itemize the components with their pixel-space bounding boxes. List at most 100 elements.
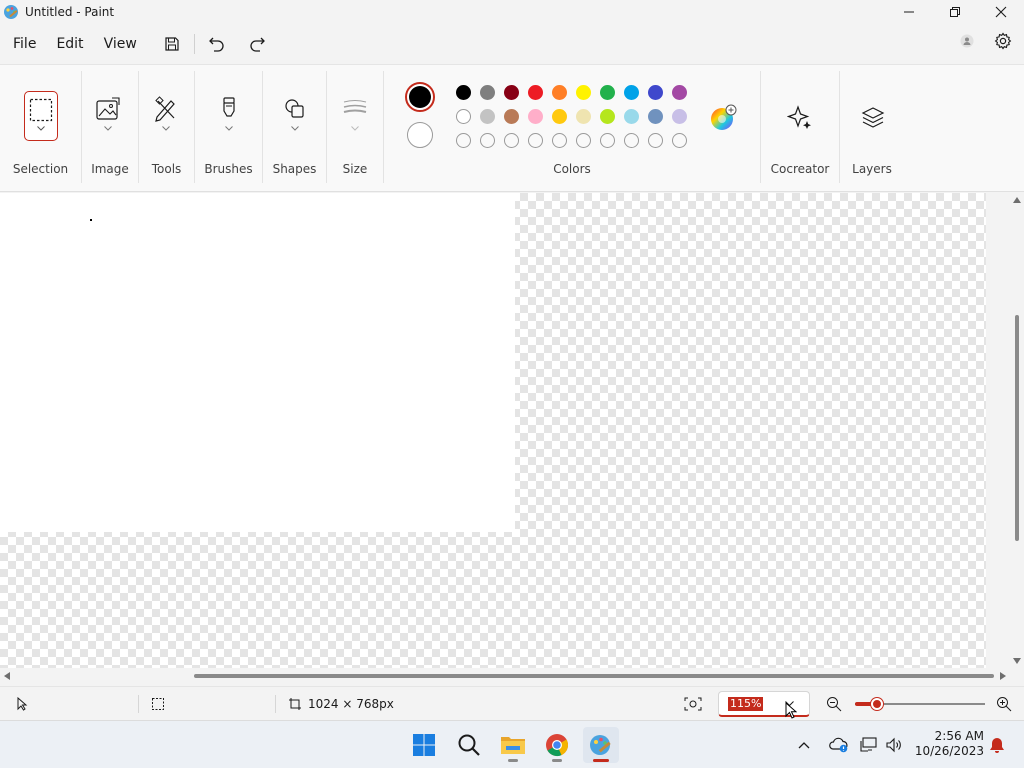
running-indicator [508,759,518,762]
shapes-button[interactable] [283,96,307,131]
ribbon-toolbar: Selection Image Tools Brushes Shapes Siz… [0,64,1024,192]
horizontal-scroll-thumb[interactable] [194,674,994,678]
close-button[interactable] [978,0,1024,24]
custom-color-slot[interactable] [528,133,543,148]
custom-color-slot[interactable] [552,133,567,148]
save-icon [165,37,179,51]
canvas-workspace[interactable] [0,193,986,668]
zoom-out-icon [827,697,842,712]
vertical-scroll-thumb[interactable] [1015,315,1019,541]
notification-button[interactable] [988,721,1006,768]
save-button[interactable] [158,30,186,58]
group-layers: Layers [840,65,904,193]
group-label-layers: Layers [852,162,892,176]
canvas-size-text: 1024 × 768px [308,697,394,711]
color-swatch[interactable] [552,109,567,124]
notification-bell-icon [990,738,1004,753]
color-swatch[interactable] [504,85,519,100]
fit-to-window-button[interactable] [684,687,702,721]
clock[interactable]: 2:56 AM 10/26/2023 [912,729,984,759]
tools-button[interactable] [154,96,178,131]
taskbar-chrome[interactable] [539,727,575,763]
custom-color-slot[interactable] [672,133,687,148]
group-size: Size [327,65,383,193]
custom-color-slot[interactable] [600,133,615,148]
color-swatch[interactable] [456,109,471,124]
color-swatch[interactable] [456,85,471,100]
network-tray-icon[interactable] [860,721,878,768]
zoom-dropdown[interactable]: 115% [718,691,810,719]
color-swatch[interactable] [672,109,687,124]
vertical-scrollbar[interactable] [1010,193,1024,668]
color-swatch[interactable] [648,85,663,100]
group-label-brushes: Brushes [204,162,253,176]
group-tools: Tools [139,65,194,193]
cloud-icon [829,737,848,753]
color-swatch[interactable] [504,109,519,124]
account-button[interactable] [956,30,978,52]
cocreator-button[interactable] [787,105,813,131]
color-swatch[interactable] [624,109,639,124]
edit-colors-button[interactable] [709,104,737,132]
zoom-value[interactable]: 115% [728,697,764,711]
selection-size [151,687,165,721]
menu-edit[interactable]: Edit [46,26,93,62]
minimize-button[interactable] [886,0,932,24]
undo-button[interactable] [203,30,231,58]
color-swatch[interactable] [528,85,543,100]
chevron-down-icon [351,126,359,131]
custom-color-slot[interactable] [504,133,519,148]
search-button[interactable] [451,727,487,763]
onedrive-tray-icon[interactable] [829,721,849,768]
layers-button[interactable] [860,105,886,131]
color-swatch[interactable] [480,109,495,124]
volume-tray-icon[interactable] [885,721,903,768]
primary-color[interactable] [405,82,435,112]
brushes-button[interactable] [219,96,239,131]
group-brushes: Brushes [195,65,262,193]
color-swatch[interactable] [624,85,639,100]
custom-color-slot[interactable] [624,133,639,148]
color-swatch[interactable] [672,85,687,100]
selection-button[interactable] [24,91,58,141]
chevron-down-icon [291,126,299,131]
color-swatch[interactable] [600,85,615,100]
color-swatch[interactable] [480,85,495,100]
taskbar-file-explorer[interactable] [495,727,531,763]
custom-color-slot[interactable] [480,133,495,148]
group-shapes: Shapes [263,65,326,193]
start-button[interactable] [406,727,442,763]
color-swatch[interactable] [552,85,567,100]
color-swatch[interactable] [576,85,591,100]
folder-icon [501,737,525,754]
taskbar-paint[interactable] [583,727,619,763]
mouse-cursor-icon [785,702,797,719]
group-label-shapes: Shapes [272,162,317,176]
redo-button[interactable] [243,30,271,58]
restore-button[interactable] [932,0,978,24]
size-button[interactable] [342,99,368,131]
group-colors: Colors [384,65,760,193]
chrome-icon [546,734,569,757]
show-hidden-icons-button[interactable] [798,721,810,768]
zoom-in-button[interactable] [996,687,1012,721]
canvas-size-icon [289,698,301,710]
zoom-out-button[interactable] [826,687,842,721]
color-swatch[interactable] [576,109,591,124]
zoom-slider[interactable] [855,698,985,710]
group-label-cocreator: Cocreator [770,162,830,176]
color-swatch[interactable] [648,109,663,124]
custom-color-slot[interactable] [576,133,591,148]
color-swatch[interactable] [528,109,543,124]
custom-color-slot[interactable] [648,133,663,148]
image-button[interactable] [95,96,121,131]
menu-view[interactable]: View [94,26,147,62]
custom-color-slot[interactable] [456,133,471,148]
menu-file[interactable]: File [3,26,46,62]
zoom-slider-thumb[interactable] [871,698,884,710]
drawing-canvas[interactable] [0,193,515,532]
horizontal-scrollbar[interactable] [0,668,1010,684]
settings-button[interactable] [992,30,1014,52]
secondary-color[interactable] [407,122,433,148]
color-swatch[interactable] [600,109,615,124]
